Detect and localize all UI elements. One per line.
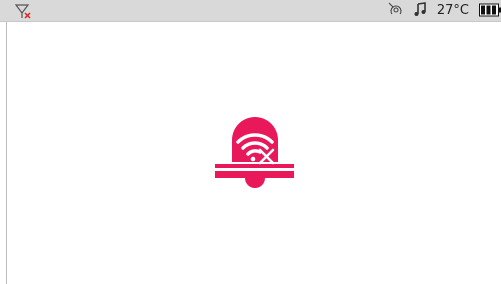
left-edge-divider: [6, 22, 7, 284]
temperature-readout: 27°C: [436, 3, 469, 18]
status-icons-right: 27°C: [387, 0, 501, 22]
battery-icon: [479, 2, 501, 21]
status-bar: 27°C: [0, 0, 501, 22]
no-signal-icon: [14, 3, 32, 19]
music-note-icon: [413, 1, 427, 21]
bell-wifi-off-icon: [215, 114, 295, 194]
hotspot-icon: [387, 1, 403, 21]
